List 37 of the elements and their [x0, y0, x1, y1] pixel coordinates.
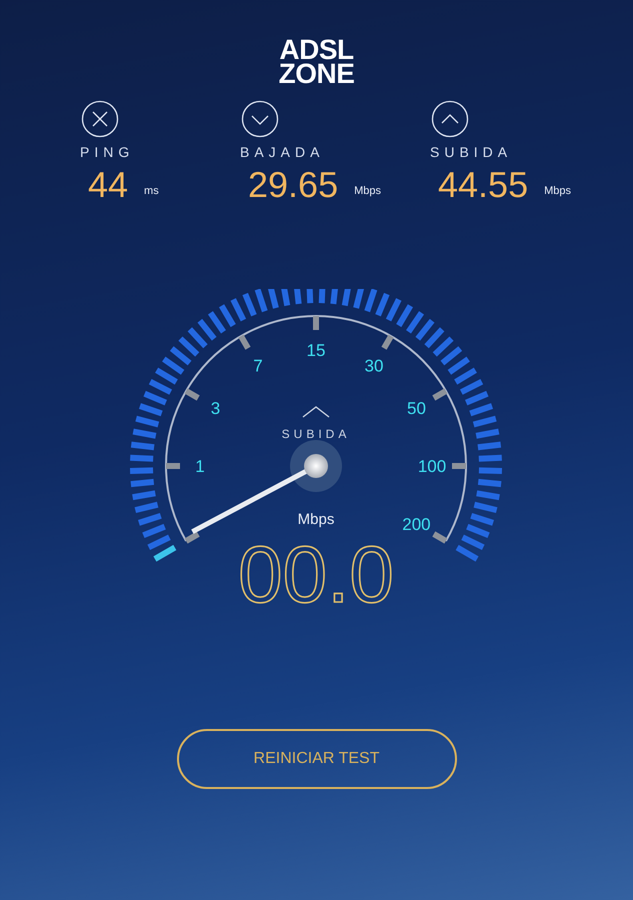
chevron-up-icon: [302, 406, 330, 418]
tick-mark: [184, 531, 200, 544]
scale-label: 15: [306, 341, 326, 360]
speed-reading: 00.0: [238, 530, 394, 619]
stat-label: SUBIDA: [430, 143, 512, 162]
logo-text: ADSL: [279, 38, 354, 62]
stat-value: 29.65: [248, 167, 338, 203]
logo-text: ZONE: [278, 62, 354, 86]
chevron-down-icon: [241, 100, 279, 138]
needle-hub: [304, 454, 328, 478]
tick-mark: [432, 531, 448, 544]
tick-mark: [184, 388, 200, 401]
stat-value: 44.55: [438, 167, 528, 203]
unit-label: Mbps: [298, 511, 334, 528]
tick-mark: [238, 334, 251, 350]
stat-label: PING: [80, 143, 134, 162]
unit-label: ms: [144, 184, 159, 198]
mode-label: SUBIDA: [282, 427, 350, 441]
scale-label: 7: [253, 356, 263, 376]
scale-label: 3: [210, 399, 220, 418]
tick-mark: [432, 388, 448, 401]
scale-label: 200: [402, 515, 431, 534]
scale-label: 1: [195, 457, 205, 476]
tick-mark: [452, 463, 466, 469]
scale-label: 50: [407, 399, 426, 418]
unit-label: Mbps: [354, 184, 381, 198]
scale-label: 30: [364, 356, 384, 376]
tick-mark: [381, 334, 394, 350]
scale-label: 100: [418, 457, 446, 476]
restart-button[interactable]: REINICIAR TEST: [176, 729, 456, 789]
unit-label: Mbps: [544, 184, 571, 198]
tick-mark: [313, 316, 319, 330]
tick-mark: [166, 463, 180, 469]
stat-value: 44: [88, 167, 128, 203]
chevron-up-icon: [431, 100, 469, 138]
stat-label: BAJADA: [240, 143, 324, 162]
cross-icon: [81, 100, 119, 138]
